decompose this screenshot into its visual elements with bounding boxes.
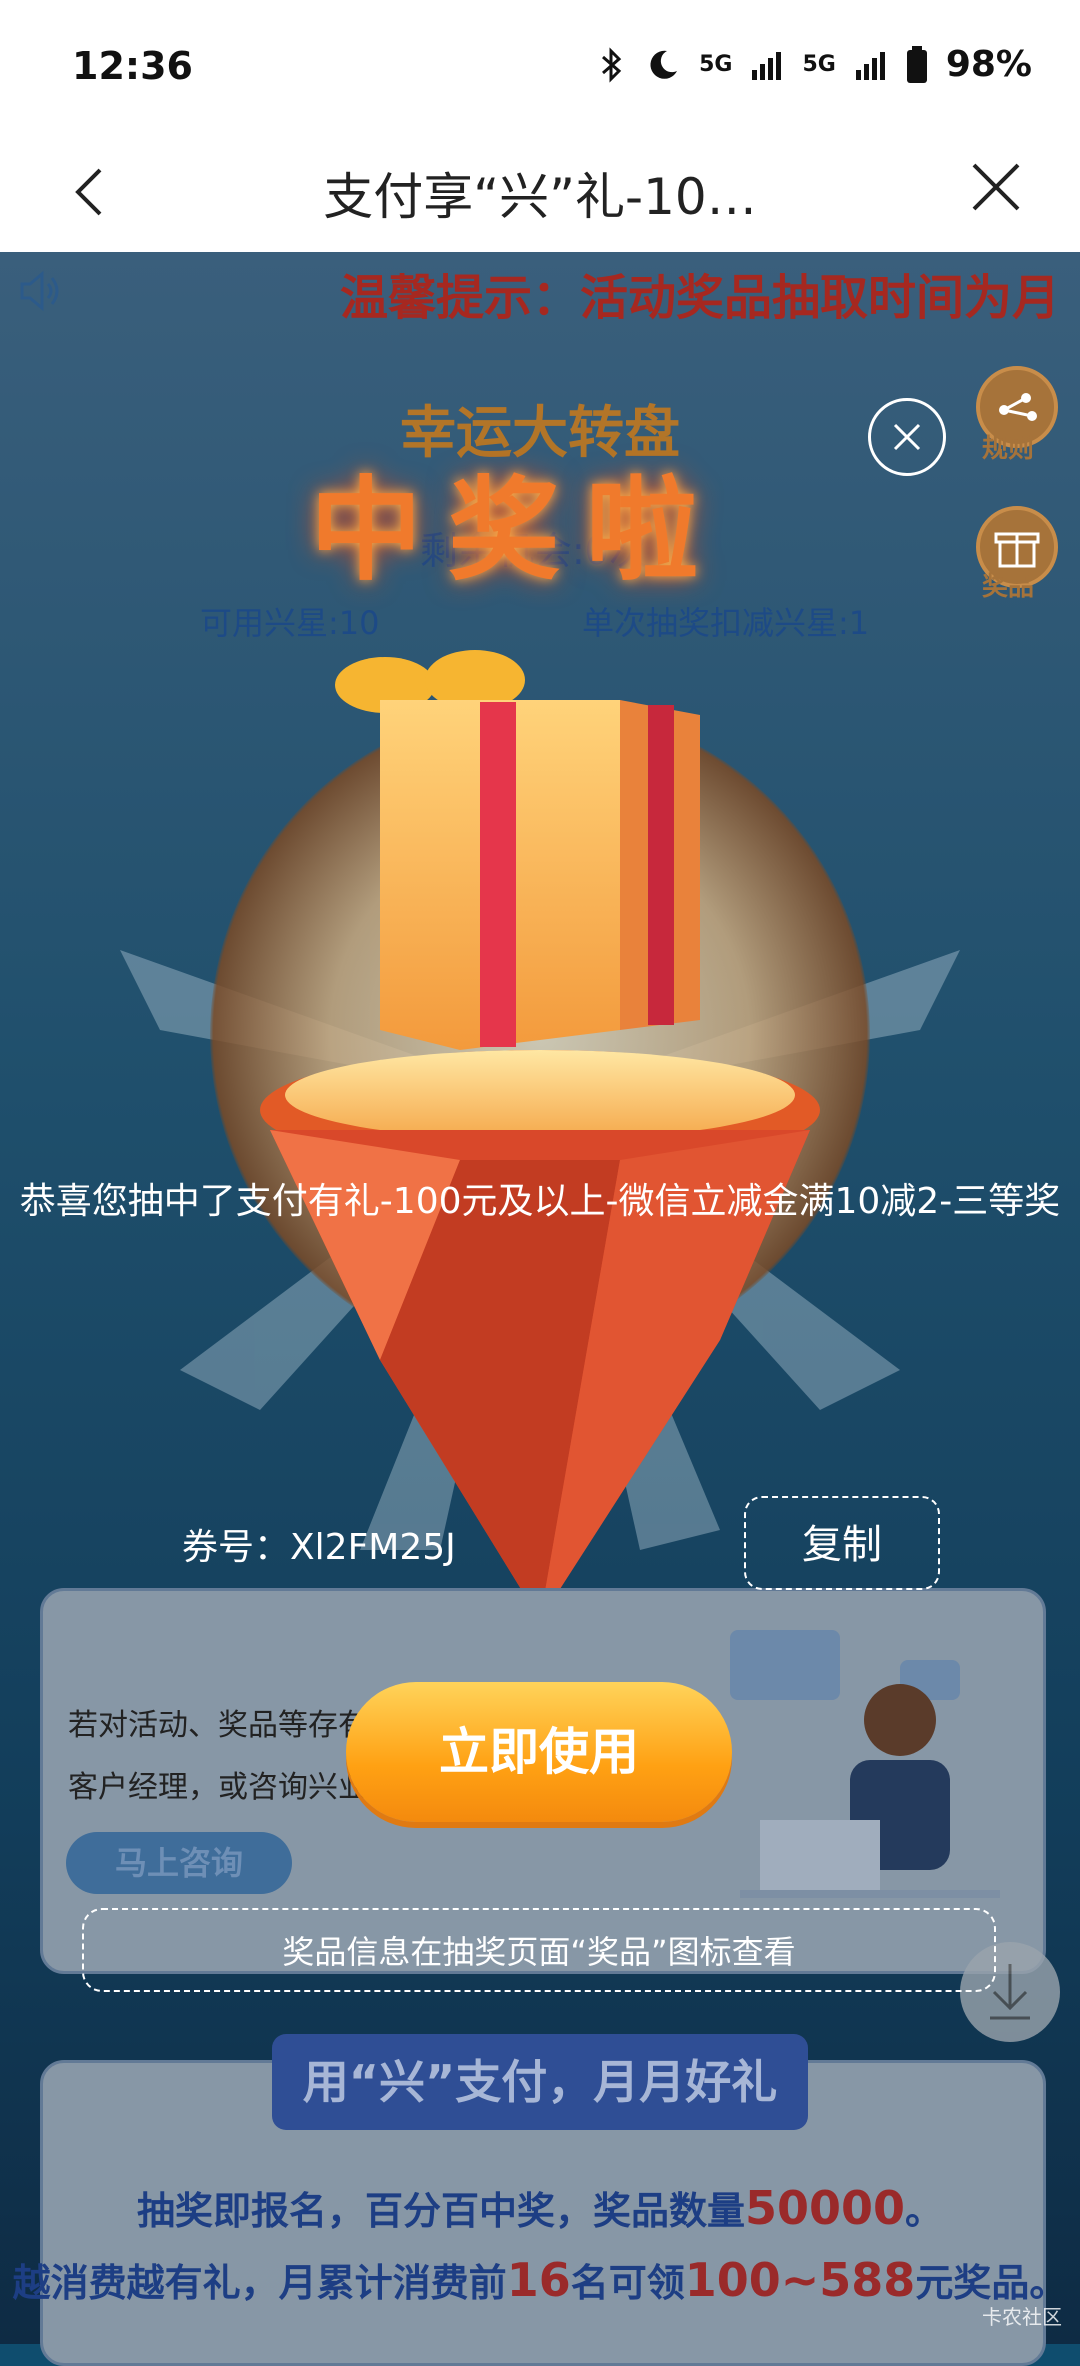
promo-text: 越消费越有礼，月累计消费前	[12, 2261, 507, 2305]
promo-text: 元奖品。	[915, 2261, 1068, 2305]
consult-card-text: 客户经理，或咨询兴业	[68, 1770, 368, 1805]
customer-service-illustration	[730, 1630, 1000, 1898]
battery-percent: 98%	[945, 44, 1032, 85]
watermark: 卡农社区	[982, 2305, 1062, 2329]
status-icons: 5G 5G 98%	[597, 44, 1032, 85]
coupon-code-label: 券号：	[182, 1527, 291, 1568]
section-banner: 用“兴”支付，月月好礼	[272, 2034, 808, 2130]
battery-icon	[906, 45, 927, 83]
coupon-code: 券号：Xl2FM25J	[182, 1518, 456, 1570]
close-icon	[893, 423, 921, 451]
promo-number: 50000	[744, 2181, 906, 2235]
promo-line-1: 抽奖即报名，百分百中奖，奖品数量50000。	[0, 2180, 1080, 2235]
moon-icon	[650, 50, 678, 79]
signal-icon: 5G	[699, 52, 733, 77]
signal-bars-icon	[855, 51, 885, 80]
gift-illustration	[260, 650, 820, 1620]
speaker-icon[interactable]	[16, 266, 66, 316]
status-time: 12:36	[72, 44, 193, 88]
consult-button[interactable]: 马上咨询	[66, 1832, 292, 1894]
stars-available: 可用兴星:10	[200, 604, 380, 642]
promo-number: 100~588	[684, 2253, 916, 2307]
promo-text: 。	[905, 2189, 944, 2233]
tip-marquee: 温馨提示：活动奖品抽取时间为月	[340, 270, 1061, 326]
promo-number: 16	[506, 2253, 571, 2307]
page-title: 支付享“兴”礼-10…	[323, 168, 757, 226]
stars-cost: 单次抽奖扣减兴星:1	[582, 604, 870, 642]
promo-text: 抽奖即报名，百分百中奖，奖品数量	[136, 2189, 745, 2233]
bluetooth-icon	[602, 46, 622, 83]
promo-line-2: 越消费越有礼，月累计消费前16名可领100~588元奖品。	[0, 2252, 1080, 2307]
coupon-code-value: Xl2FM25J	[290, 1527, 456, 1568]
signal-icon: 5G	[802, 52, 836, 77]
prize-description: 恭喜您抽中了支付有礼-100元及以上-微信立减金满10减2-三等奖	[19, 1181, 1061, 1222]
signal-bars-icon	[752, 51, 782, 80]
rules-label: 规则	[982, 434, 1035, 464]
use-now-button[interactable]: 立即使用	[346, 1682, 732, 1822]
prizes-label: 奖品	[982, 572, 1035, 602]
modal-close-button[interactable]	[868, 398, 946, 476]
promo-text: 名可领	[570, 2261, 685, 2305]
prize-info-note: 奖品信息在抽奖页面“奖品”图标查看	[82, 1908, 996, 1992]
close-icon[interactable]	[966, 157, 1026, 217]
consult-card-text: 若对活动、奖品等存有	[68, 1708, 368, 1743]
copy-button[interactable]: 复制	[744, 1496, 940, 1590]
win-heading: 中奖啦	[310, 466, 724, 596]
